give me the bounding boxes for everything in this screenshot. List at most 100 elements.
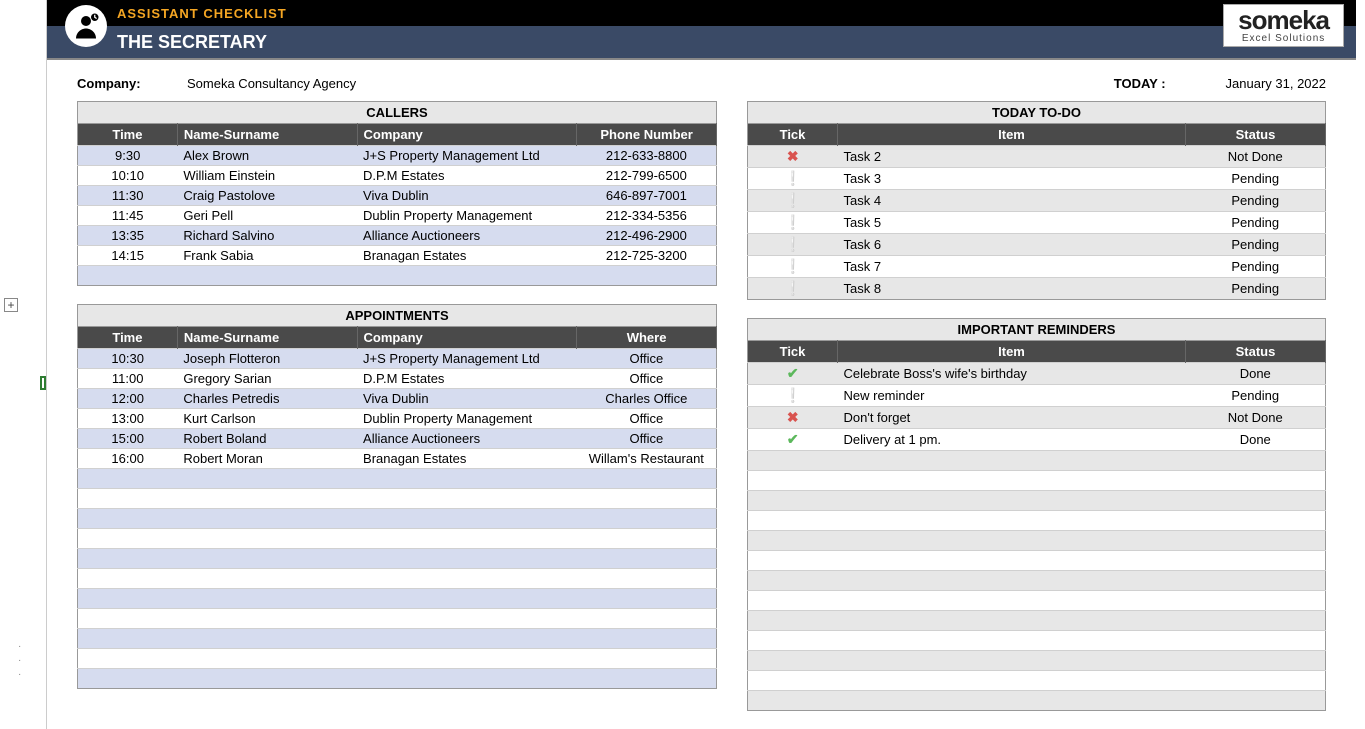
cell-item[interactable]: Don't forget xyxy=(838,407,1186,429)
table-row-empty[interactable] xyxy=(78,569,717,589)
appointments-table[interactable]: Time Name-Surname Company Where 10:30Jos… xyxy=(77,326,717,689)
cell-tick[interactable]: ❕ xyxy=(748,256,838,278)
cell-tick[interactable]: ❕ xyxy=(748,385,838,407)
cell-status[interactable]: Pending xyxy=(1186,168,1326,190)
cell-where[interactable]: Office xyxy=(577,369,717,389)
table-row-empty[interactable] xyxy=(78,529,717,549)
table-row[interactable]: 14:15Frank SabiaBranagan Estates212-725-… xyxy=(78,246,717,266)
table-row[interactable]: ✖Task 2Not Done xyxy=(748,146,1326,168)
cell-phone[interactable]: 212-799-6500 xyxy=(577,166,717,186)
table-row-empty[interactable] xyxy=(748,531,1326,551)
cell-item[interactable]: Task 3 xyxy=(838,168,1186,190)
cell-name[interactable]: Kurt Carlson xyxy=(177,409,357,429)
cell-company[interactable]: Viva Dublin xyxy=(357,186,577,206)
cell-phone[interactable]: 646-897-7001 xyxy=(577,186,717,206)
cell-status[interactable]: Pending xyxy=(1186,234,1326,256)
table-row-empty[interactable] xyxy=(748,451,1326,471)
cell-company[interactable]: J+S Property Management Ltd xyxy=(357,349,577,369)
table-row-empty[interactable] xyxy=(78,629,717,649)
cell-time[interactable]: 13:00 xyxy=(78,409,178,429)
cell-name[interactable]: Charles Petredis xyxy=(177,389,357,409)
cell-company[interactable]: Branagan Estates xyxy=(357,449,577,469)
table-row-empty[interactable] xyxy=(748,491,1326,511)
cell-company[interactable]: Alliance Auctioneers xyxy=(357,226,577,246)
cell-name[interactable]: Frank Sabia xyxy=(177,246,357,266)
cell-where[interactable]: Willam's Restaurant xyxy=(577,449,717,469)
table-row-empty[interactable] xyxy=(748,511,1326,531)
table-row[interactable]: 16:00Robert MoranBranagan EstatesWillam'… xyxy=(78,449,717,469)
cell-company[interactable]: Dublin Property Management xyxy=(357,409,577,429)
table-row[interactable]: ❕Task 6Pending xyxy=(748,234,1326,256)
company-value[interactable]: Someka Consultancy Agency xyxy=(187,76,356,91)
cell-phone[interactable]: 212-725-3200 xyxy=(577,246,717,266)
table-row-empty[interactable] xyxy=(748,631,1326,651)
table-row-empty[interactable] xyxy=(78,489,717,509)
cell-status[interactable]: Done xyxy=(1186,363,1326,385)
cell-item[interactable]: Task 6 xyxy=(838,234,1186,256)
cell-tick[interactable]: ✔ xyxy=(748,363,838,385)
cell-tick[interactable]: ❕ xyxy=(748,168,838,190)
cell-item[interactable]: Delivery at 1 pm. xyxy=(838,429,1186,451)
table-row-empty[interactable] xyxy=(748,611,1326,631)
table-row-empty[interactable] xyxy=(78,509,717,529)
table-row-empty[interactable] xyxy=(748,591,1326,611)
cell-name[interactable]: William Einstein xyxy=(177,166,357,186)
cell-time[interactable]: 14:15 xyxy=(78,246,178,266)
table-row[interactable]: ❕Task 4Pending xyxy=(748,190,1326,212)
table-row-empty[interactable] xyxy=(78,469,717,489)
cell-company[interactable]: Branagan Estates xyxy=(357,246,577,266)
cell-tick[interactable]: ✔ xyxy=(748,429,838,451)
todo-table[interactable]: Tick Item Status ✖Task 2Not Done❕Task 3P… xyxy=(747,123,1326,300)
cell-status[interactable]: Pending xyxy=(1186,212,1326,234)
cell-item[interactable]: Task 2 xyxy=(838,146,1186,168)
outline-expand-button[interactable]: + xyxy=(4,298,18,312)
reminders-table[interactable]: Tick Item Status ✔Celebrate Boss's wife'… xyxy=(747,340,1326,711)
cell-item[interactable]: Task 8 xyxy=(838,278,1186,300)
table-row[interactable]: ❕Task 8Pending xyxy=(748,278,1326,300)
table-row-empty[interactable] xyxy=(748,551,1326,571)
cell-company[interactable]: D.P.M Estates xyxy=(357,369,577,389)
table-row[interactable]: 11:00Gregory SarianD.P.M EstatesOffice xyxy=(78,369,717,389)
cell-status[interactable]: Done xyxy=(1186,429,1326,451)
table-row-empty[interactable] xyxy=(748,471,1326,491)
cell-name[interactable]: Gregory Sarian xyxy=(177,369,357,389)
table-row[interactable]: 13:00Kurt CarlsonDublin Property Managem… xyxy=(78,409,717,429)
cell-status[interactable]: Pending xyxy=(1186,278,1326,300)
cell-tick[interactable]: ❕ xyxy=(748,234,838,256)
cell-time[interactable]: 13:35 xyxy=(78,226,178,246)
cell-status[interactable]: Pending xyxy=(1186,190,1326,212)
cell-time[interactable]: 15:00 xyxy=(78,429,178,449)
cell-where[interactable]: Office xyxy=(577,349,717,369)
cell-where[interactable]: Office xyxy=(577,409,717,429)
cell-tick[interactable]: ❕ xyxy=(748,278,838,300)
cell-name[interactable]: Craig Pastolove xyxy=(177,186,357,206)
cell-name[interactable]: Richard Salvino xyxy=(177,226,357,246)
cell-phone[interactable]: 212-633-8800 xyxy=(577,146,717,166)
cell-status[interactable]: Not Done xyxy=(1186,146,1326,168)
table-row[interactable]: 15:00Robert BolandAlliance AuctioneersOf… xyxy=(78,429,717,449)
table-row-empty[interactable] xyxy=(78,589,717,609)
cell-item[interactable]: Task 7 xyxy=(838,256,1186,278)
cell-tick[interactable]: ✖ xyxy=(748,407,838,429)
cell-item[interactable]: New reminder xyxy=(838,385,1186,407)
cell-company[interactable]: Alliance Auctioneers xyxy=(357,429,577,449)
cell-phone[interactable]: 212-496-2900 xyxy=(577,226,717,246)
cell-time[interactable]: 11:00 xyxy=(78,369,178,389)
table-row-empty[interactable] xyxy=(748,651,1326,671)
table-row-empty[interactable] xyxy=(78,609,717,629)
table-row[interactable]: ❕Task 3Pending xyxy=(748,168,1326,190)
table-row-empty[interactable] xyxy=(78,669,717,689)
cell-tick[interactable]: ❕ xyxy=(748,212,838,234)
table-row-empty[interactable] xyxy=(748,671,1326,691)
cell-item[interactable]: Task 4 xyxy=(838,190,1186,212)
table-row[interactable]: 9:30Alex BrownJ+S Property Management Lt… xyxy=(78,146,717,166)
cell-name[interactable]: Joseph Flotteron xyxy=(177,349,357,369)
callers-table[interactable]: Time Name-Surname Company Phone Number 9… xyxy=(77,123,717,286)
cell-time[interactable]: 11:45 xyxy=(78,206,178,226)
table-row[interactable]: ❕Task 5Pending xyxy=(748,212,1326,234)
table-row[interactable]: 11:45Geri PellDublin Property Management… xyxy=(78,206,717,226)
cell-status[interactable]: Pending xyxy=(1186,256,1326,278)
cell-time[interactable]: 16:00 xyxy=(78,449,178,469)
cell-name[interactable]: Geri Pell xyxy=(177,206,357,226)
cell-company[interactable]: Dublin Property Management xyxy=(357,206,577,226)
